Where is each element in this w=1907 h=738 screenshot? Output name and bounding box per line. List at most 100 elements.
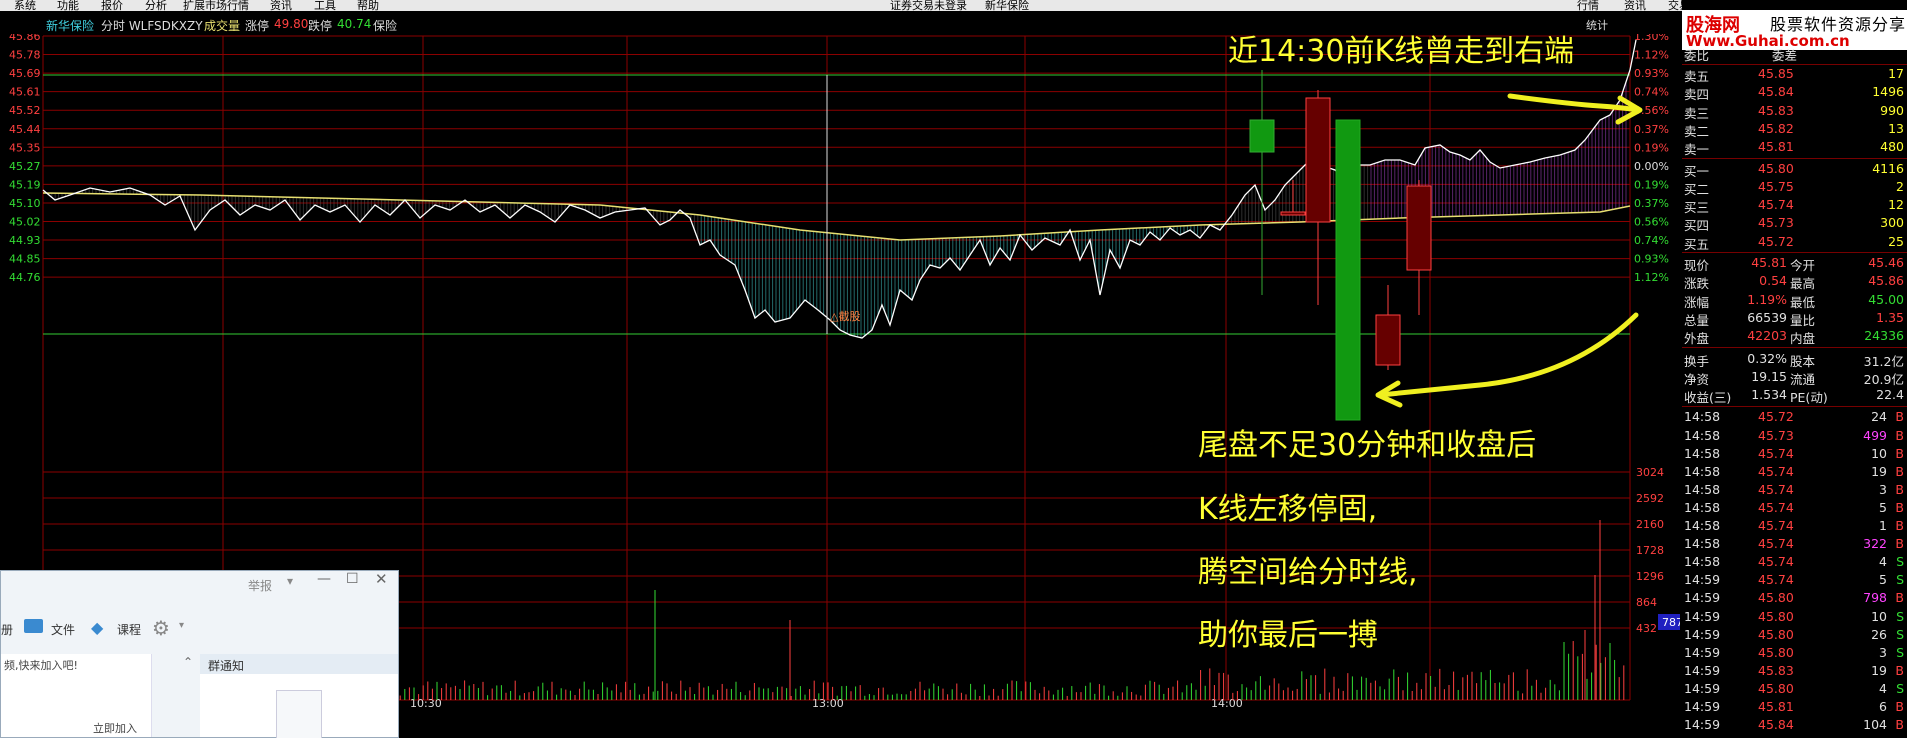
menu-extended-market[interactable]: 扩展市场行情 [183, 0, 249, 11]
menu-function[interactable]: 功能 [57, 0, 79, 11]
gear-menu-chevron-icon[interactable]: ▾ [179, 620, 184, 631]
volume-axis-label: 1728 [1636, 544, 1664, 557]
tick-direction: B [1895, 499, 1904, 515]
menu-help[interactable]: 帮助 [357, 0, 379, 11]
tick-price: 45.74 [1758, 518, 1794, 533]
quote-row: 总量 66539 量比 1.35 [1682, 309, 1907, 328]
tick-direction: B [1895, 445, 1904, 461]
tick-row: 14:59 45.81 6 B [1682, 698, 1907, 716]
ask-volume: 990 [1880, 102, 1904, 118]
toolbar-course[interactable]: 课程 [117, 621, 141, 638]
window-stock-title: 新华保险 [985, 0, 1029, 11]
minimize-icon[interactable]: — [317, 571, 331, 587]
avg-deviation-fills [44, 82, 1627, 338]
tick-direction: S [1896, 608, 1904, 624]
tick-price: 45.73 [1758, 427, 1794, 443]
stock-name[interactable]: 新华保险 [46, 17, 94, 34]
bid-volume: 300 [1880, 215, 1904, 231]
quote-label: 量比 [1790, 312, 1816, 328]
toolbar-files[interactable]: 文件 [51, 621, 75, 638]
limit-down-value: 40.74 [337, 17, 372, 31]
collapse-icon[interactable]: ⌃ [183, 655, 193, 669]
quote-row: 换手 0.32% 股本 31.2亿 [1682, 350, 1907, 369]
maximize-icon[interactable]: ☐ [346, 571, 359, 587]
bid-price: 45.80 [1758, 160, 1794, 176]
chevron-down-icon[interactable]: ▾ [287, 574, 293, 588]
bid-row[interactable]: 买四 45.73 300 [1682, 214, 1907, 233]
k-line-body [1249, 119, 1275, 153]
tick-volume: 19 [1871, 463, 1887, 479]
chart-mode[interactable]: 分时 WLFSDKXZY [101, 17, 203, 34]
price-axis-label: 45.44 [9, 123, 41, 136]
tick-direction: B [1895, 590, 1904, 606]
tick-time: 14:59 [1684, 680, 1721, 696]
menu-tools[interactable]: 工具 [314, 0, 336, 11]
tick-row: 14:58 45.74 4 S [1682, 553, 1907, 571]
quote-value: 1.35 [1876, 309, 1904, 325]
tick-row: 14:58 45.74 5 B [1682, 499, 1907, 517]
tick-volume: 499 [1863, 427, 1887, 443]
ask-row[interactable]: 卖三 45.83 990 [1682, 102, 1907, 121]
tick-volume: 322 [1863, 536, 1887, 552]
k-line-overlay [1249, 70, 1432, 421]
price-axis-label: 45.52 [9, 104, 41, 117]
ask-label: 卖一 [1684, 142, 1710, 158]
menu-system[interactable]: 系统 [14, 0, 36, 11]
price-axis-label: 44.93 [9, 234, 41, 247]
ask-row[interactable]: 卖二 45.82 13 [1682, 120, 1907, 139]
tick-volume: 3 [1879, 644, 1887, 660]
notice-tab[interactable]: 群通知 [208, 657, 244, 674]
limit-up-value: 49.80 [274, 17, 309, 31]
course-icon[interactable]: ◆ [91, 618, 103, 637]
close-icon[interactable]: ✕ [375, 570, 388, 588]
volume-axis-label: 432 [1636, 622, 1657, 635]
percent-axis-label: 1.12% [1634, 271, 1669, 284]
quote-value: 45.00 [1868, 291, 1904, 307]
tick-row: 14:58 45.72 24 B [1682, 408, 1907, 426]
join-link[interactable]: 立即加入 [93, 720, 137, 736]
tick-row: 14:58 45.74 322 B [1682, 535, 1907, 553]
ask-row[interactable]: 卖四 45.84 1496 [1682, 83, 1907, 102]
bid-row[interactable]: 买一 45.80 4116 [1682, 160, 1907, 179]
price-axis-label: 45.10 [9, 197, 41, 210]
tick-volume: 6 [1879, 699, 1887, 714]
ask-row[interactable]: 卖一 45.81 480 [1682, 138, 1907, 158]
tick-time: 14:58 [1684, 499, 1721, 515]
menu-analysis[interactable]: 分析 [145, 0, 167, 11]
tick-price: 45.74 [1758, 572, 1794, 588]
menu-quote[interactable]: 报价 [101, 0, 123, 11]
bid-price: 45.72 [1758, 233, 1794, 249]
price-axis-label: 45.61 [9, 86, 41, 99]
quote-value: 45.81 [1751, 255, 1787, 270]
percent-axis-label: 0.37% [1634, 197, 1669, 210]
folder-icon[interactable] [24, 619, 43, 633]
tick-direction: S [1896, 554, 1904, 570]
tick-direction: B [1895, 662, 1904, 678]
menu-quotes-right[interactable]: 行情 [1577, 0, 1599, 11]
gear-icon[interactable]: ⚙ [152, 616, 170, 640]
chat-message-area: 频,快来加入吧! 立即加入 [1, 654, 152, 737]
tick-time: 14:58 [1684, 409, 1721, 425]
bid-row[interactable]: 买二 45.75 2 [1682, 178, 1907, 197]
notice-header: 群通知 [200, 654, 398, 674]
k-line-body [1280, 211, 1306, 216]
bid-row[interactable]: 买五 45.72 25 [1682, 233, 1907, 252]
ask-label: 卖三 [1684, 105, 1710, 121]
tick-price: 45.74 [1758, 554, 1794, 570]
ask-row[interactable]: 卖五 45.85 17 [1682, 65, 1907, 84]
volume-axis-label: 864 [1636, 596, 1657, 609]
quote-value: 45.46 [1868, 255, 1904, 270]
toolbar-album[interactable]: 册 [1, 621, 13, 638]
tick-volume: 798 [1863, 590, 1887, 606]
menu-news[interactable]: 资讯 [270, 0, 292, 11]
tick-price: 45.74 [1758, 463, 1794, 479]
report-link[interactable]: 举报 [248, 577, 272, 594]
ask-label: 卖五 [1684, 69, 1710, 84]
bid-price: 45.73 [1758, 215, 1794, 231]
bid-row[interactable]: 买三 45.74 12 [1682, 196, 1907, 215]
menu-news-right[interactable]: 资讯 [1624, 0, 1646, 11]
tick-time: 14:58 [1684, 536, 1721, 552]
quote-label: 外盘 [1684, 331, 1710, 347]
annotation-line-1: 尾盘不足30分钟和收盘后 [1198, 428, 1537, 463]
stats-button[interactable]: 统计 [1586, 17, 1608, 33]
